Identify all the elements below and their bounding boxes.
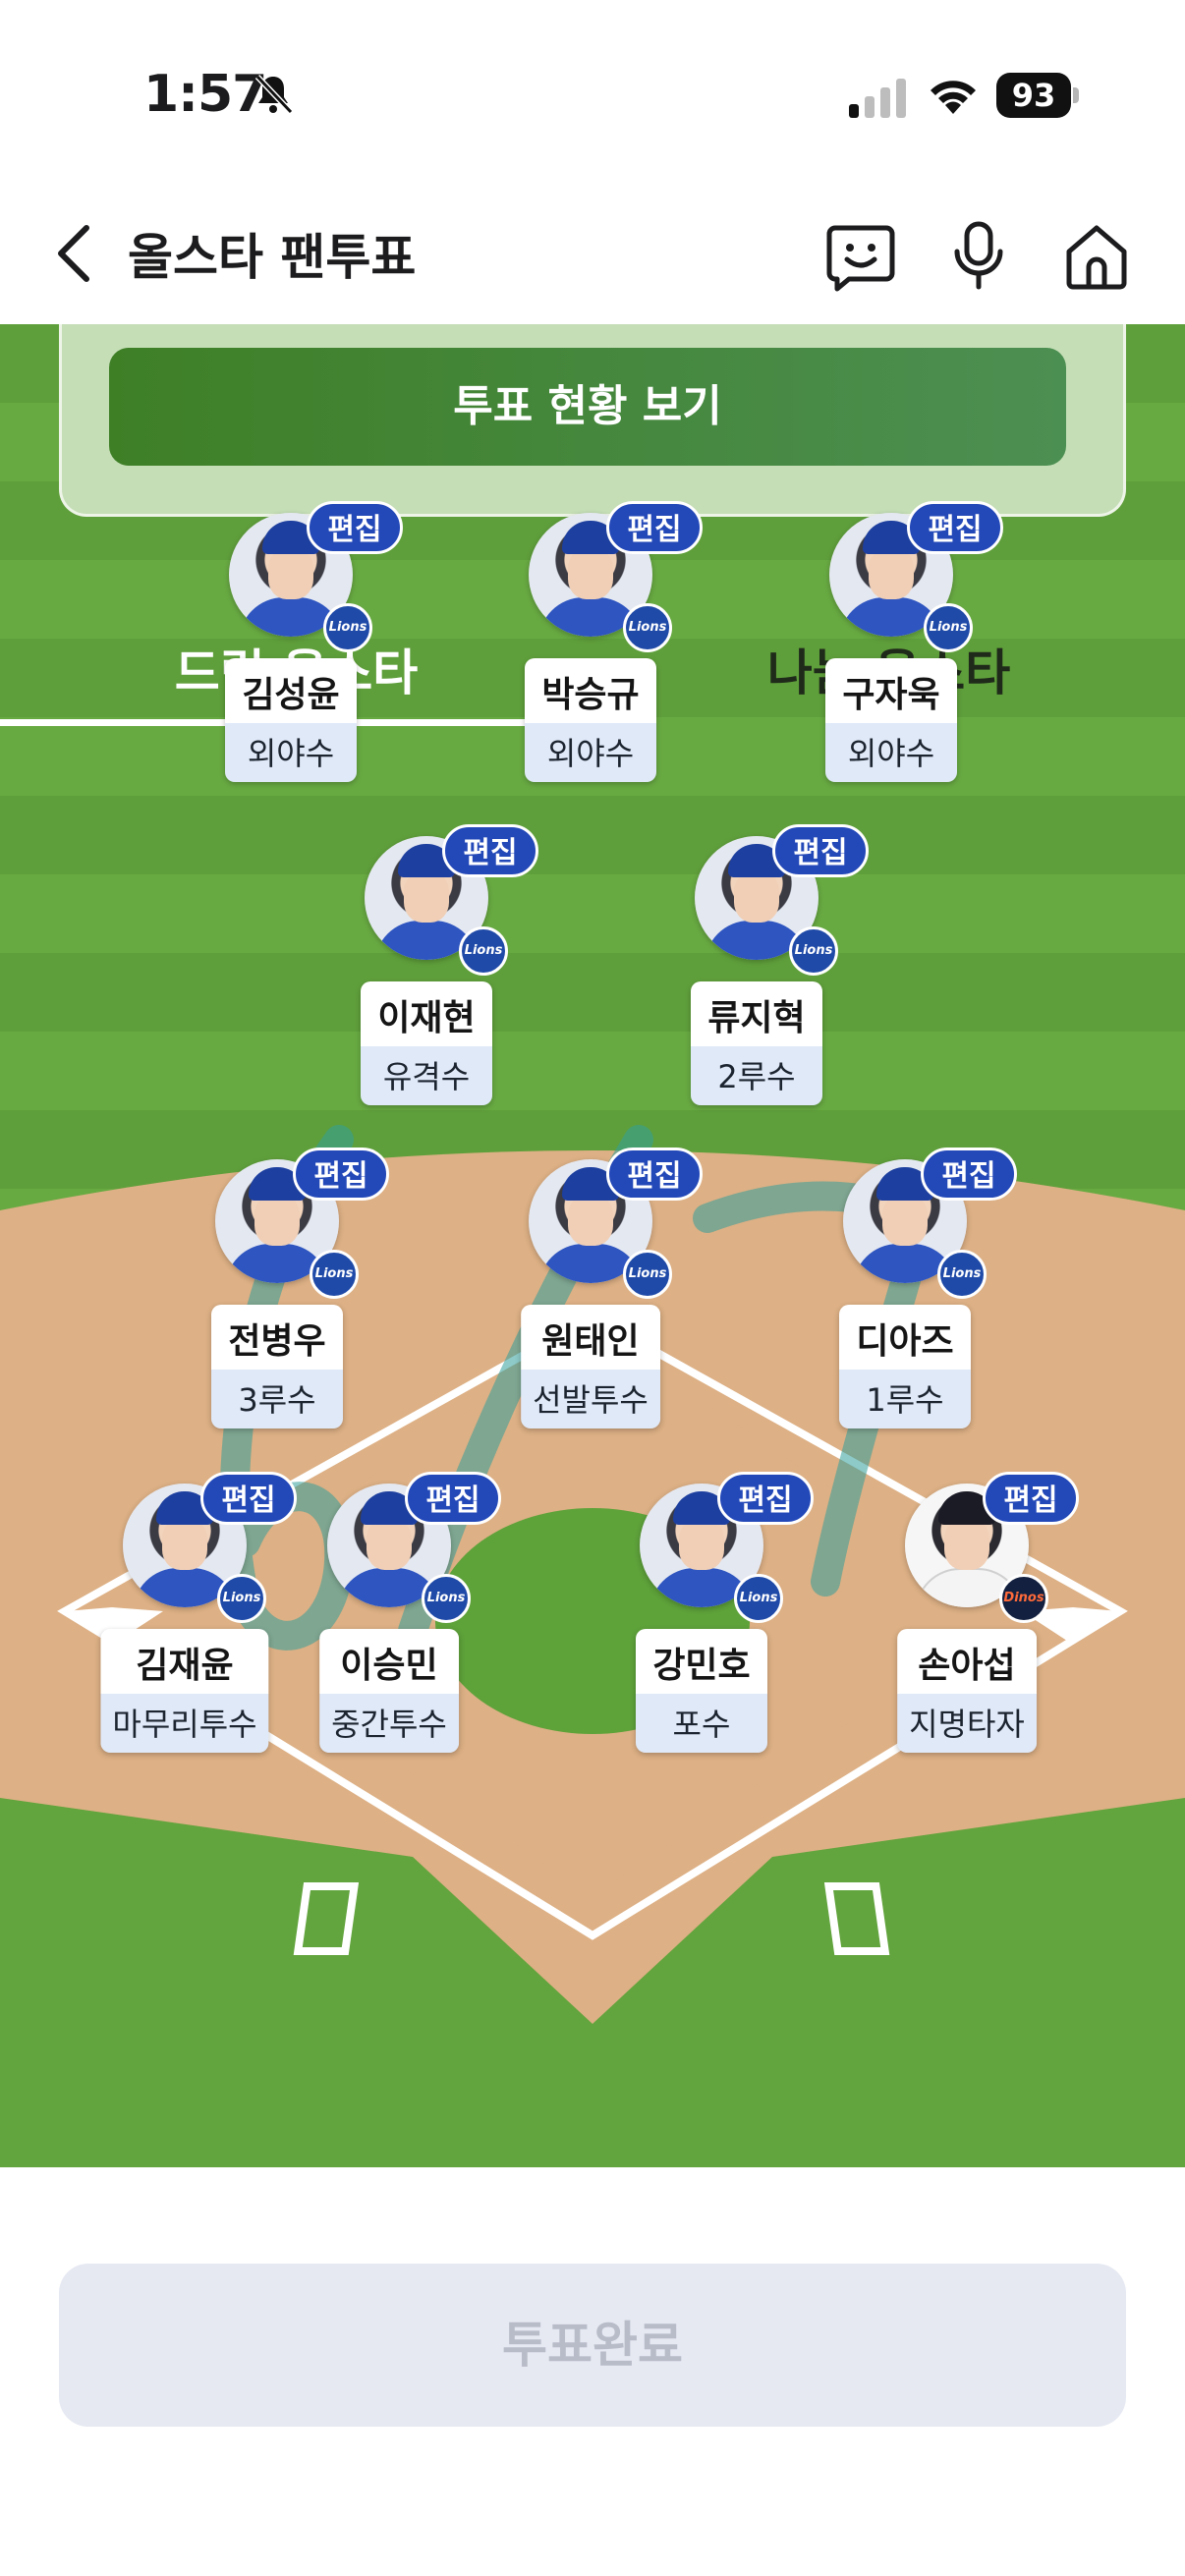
team-logo-icon: Lions	[459, 926, 508, 976]
team-logo-icon: Lions	[217, 1574, 266, 1623]
player-position: 3루수	[211, 1370, 343, 1428]
player-card[interactable]: Lions 편집류지혁 2루수	[639, 824, 875, 1111]
player-card[interactable]: Lions 편집김성윤 외야수	[173, 501, 409, 788]
player-position: 외야수	[525, 723, 656, 782]
team-logo-icon: Lions	[924, 603, 973, 652]
player-name: 전병우	[211, 1305, 343, 1370]
player-position: 중간투수	[319, 1694, 459, 1753]
player-position: 지명타자	[897, 1694, 1037, 1753]
player-name: 김재윤	[100, 1629, 269, 1694]
edit-button[interactable]: 편집	[772, 824, 869, 877]
chatbot-icon[interactable]	[823, 218, 898, 293]
player-name: 이승민	[319, 1629, 459, 1694]
player-card[interactable]: Lions 편집전병우 3루수	[159, 1148, 395, 1434]
edit-button[interactable]: 편집	[606, 501, 703, 554]
team-logo-icon: Lions	[623, 603, 672, 652]
team-logo-icon: Dinos	[999, 1574, 1048, 1623]
player-card[interactable]: Lions 편집이재현 유격수	[309, 824, 544, 1111]
player-namecard: 구자욱 외야수	[825, 658, 957, 782]
player-namecard: 류지혁 2루수	[691, 981, 822, 1105]
edit-button[interactable]: 편집	[293, 1148, 389, 1201]
team-logo-icon: Lions	[323, 603, 372, 652]
player-position: 유격수	[361, 1046, 492, 1105]
player-name: 디아즈	[839, 1305, 971, 1370]
vote-complete-button[interactable]: 투표완료	[59, 2264, 1126, 2427]
team-logo-icon: Lions	[789, 926, 838, 976]
baseball-field: 투표 현황 보기 드림 올스타 나눔 올스타 Lions편집김성윤외야수Lion…	[0, 324, 1185, 2167]
player-namecard: 김성윤 외야수	[225, 658, 357, 782]
player-name: 구자욱	[825, 658, 957, 723]
player-position: 외야수	[225, 723, 357, 782]
home-icon[interactable]	[1059, 218, 1134, 293]
player-namecard: 김재윤 마무리투수	[100, 1629, 269, 1753]
player-namecard: 박승규 외야수	[525, 658, 656, 782]
player-card[interactable]: Lions 편집이승민 중간투수	[271, 1472, 507, 1759]
team-logo-icon: Lions	[310, 1250, 359, 1299]
vote-status-card: 투표 현황 보기	[59, 324, 1126, 517]
player-card[interactable]: Dinos 편집손아섭 지명타자	[849, 1472, 1085, 1759]
player-namecard: 강민호 포수	[636, 1629, 767, 1753]
team-logo-icon: Lions	[623, 1250, 672, 1299]
player-name: 이재현	[361, 981, 492, 1046]
player-name: 류지혁	[691, 981, 822, 1046]
player-position: 포수	[636, 1694, 767, 1753]
player-card[interactable]: Lions 편집 김재윤 마무리투수	[67, 1472, 303, 1759]
player-position: 선발투수	[521, 1370, 660, 1428]
player-card[interactable]: Lions 편집강민호 포수	[584, 1472, 819, 1759]
player-position: 2루수	[691, 1046, 822, 1105]
player-namecard: 이승민 중간투수	[319, 1629, 459, 1753]
player-position: 외야수	[825, 723, 957, 782]
edit-button[interactable]: 편집	[405, 1472, 501, 1525]
edit-button[interactable]: 편집	[907, 501, 1003, 554]
microphone-icon[interactable]	[941, 218, 1016, 293]
player-name: 손아섭	[897, 1629, 1037, 1694]
player-card[interactable]: Lions 편집원태인 선발투수	[473, 1148, 708, 1434]
status-time: 1:57	[143, 65, 267, 124]
edit-button[interactable]: 편집	[717, 1472, 814, 1525]
player-name: 박승규	[525, 658, 656, 723]
team-logo-icon: Lions	[937, 1250, 987, 1299]
edit-button[interactable]: 편집	[983, 1472, 1079, 1525]
player-name: 김성윤	[225, 658, 357, 723]
player-namecard: 손아섭 지명타자	[897, 1629, 1037, 1753]
wifi-icon	[931, 81, 976, 114]
bell-muted-icon	[254, 74, 294, 115]
player-position: 마무리투수	[100, 1694, 269, 1753]
battery-level: 93	[996, 73, 1071, 118]
player-card[interactable]: Lions 편집구자욱 외야수	[773, 501, 1009, 788]
edit-button[interactable]: 편집	[307, 501, 403, 554]
player-card[interactable]: Lions 편집디아즈 1루수	[787, 1148, 1023, 1434]
player-namecard: 디아즈 1루수	[839, 1305, 971, 1428]
back-button[interactable]	[47, 216, 102, 291]
team-logo-icon: Lions	[422, 1574, 471, 1623]
battery-indicator: 93	[996, 73, 1079, 118]
edit-button[interactable]: 편집	[921, 1148, 1017, 1201]
player-namecard: 이재현 유격수	[361, 981, 492, 1105]
player-card[interactable]: Lions 편집박승규 외야수	[473, 501, 708, 788]
edit-button[interactable]: 편집	[606, 1148, 703, 1201]
player-position: 1루수	[839, 1370, 971, 1428]
player-namecard: 전병우 3루수	[211, 1305, 343, 1428]
player-namecard: 원태인 선발투수	[521, 1305, 660, 1428]
signal-icon	[849, 79, 906, 118]
team-logo-icon: Lions	[734, 1574, 783, 1623]
player-name: 원태인	[521, 1305, 660, 1370]
edit-button[interactable]: 편집	[442, 824, 538, 877]
page-title: 올스타 팬투표	[128, 229, 417, 286]
view-vote-status-button[interactable]: 투표 현황 보기	[109, 348, 1066, 466]
player-name: 강민호	[636, 1629, 767, 1694]
